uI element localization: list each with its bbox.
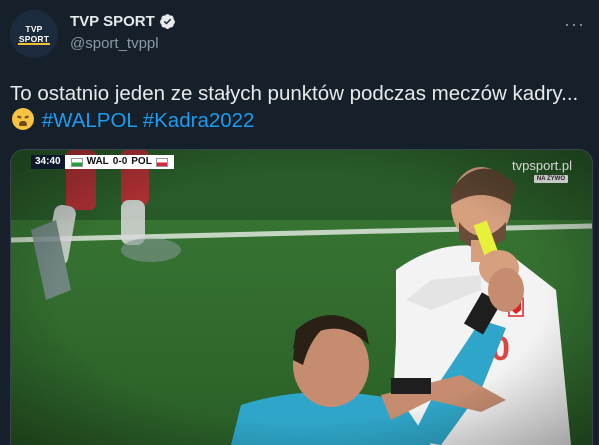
more-options-icon[interactable]: ··· [564, 14, 585, 35]
poland-flag-icon [155, 157, 168, 167]
scoreboard: 34:40 WAL 0-0 POL [31, 155, 174, 169]
tweet-media-image[interactable]: 0 34:40 WAL 0-0 POL tvpsport.pl NA ŻYW [10, 149, 593, 445]
live-badge: NA ŻYWO [533, 175, 568, 183]
hashtag-kadra2022[interactable]: #Kadra2022 [143, 109, 255, 132]
tweet-body: To ostatnio jeden ze stałych punktów pod… [10, 82, 579, 105]
logo-underline [18, 43, 50, 45]
wales-flag-icon [70, 157, 83, 167]
match-clock: 34:40 [31, 155, 65, 169]
tvp-sport-logo: TVP SPORT [18, 24, 50, 44]
avatar[interactable]: TVP SPORT [10, 10, 58, 58]
verified-badge-icon [159, 14, 175, 29]
broadcaster-watermark: tvpsport.pl [512, 158, 572, 173]
author-handle[interactable]: @sport_tvppl [70, 35, 159, 52]
score: 0-0 [112, 156, 128, 167]
hashtag-walpol[interactable]: #WALPOL [42, 109, 137, 132]
author-name[interactable]: TVP SPORT [70, 13, 155, 30]
tweet-text: To ostatnio jeden ze stałych punktów pod… [10, 80, 590, 134]
weary-face-emoji [12, 108, 34, 130]
football-scene-illustration: 0 [11, 150, 592, 445]
score-panel: WAL 0-0 POL [64, 155, 174, 169]
home-team: WAL [86, 156, 109, 167]
away-team: POL [131, 156, 152, 167]
author-row: TVP SPORT [70, 13, 176, 30]
